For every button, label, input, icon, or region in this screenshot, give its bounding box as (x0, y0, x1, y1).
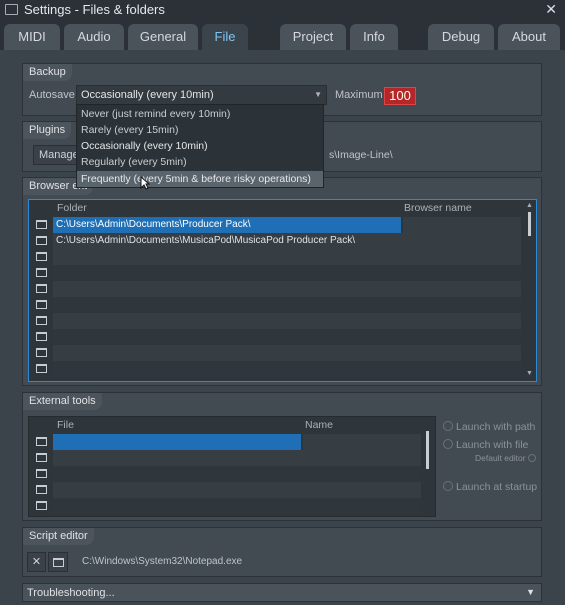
tab-about[interactable]: About (498, 24, 560, 50)
browse-folder-button[interactable] (48, 552, 68, 572)
tab-general[interactable]: General (128, 24, 198, 50)
chevron-down-icon: ▼ (314, 90, 322, 99)
autosave-label: Autosave (29, 89, 75, 101)
external-tools-section: External tools File Name Launch with pat… (22, 392, 542, 521)
folder-path: C:\Users\Admin\Documents\MusicaPod\Music… (53, 233, 521, 249)
folder-icon (36, 332, 47, 341)
maximum-label: Maximum (335, 89, 383, 101)
launch-with-path-radio[interactable]: Launch with path (443, 421, 535, 433)
tab-midi[interactable]: MIDI (4, 24, 60, 50)
chevron-up-icon[interactable]: ▲ (526, 202, 533, 209)
window-icon (5, 4, 18, 15)
radio-icon (527, 454, 536, 462)
option-rarely[interactable]: Rarely (every 15min) (77, 122, 323, 138)
folder-icon (36, 348, 47, 357)
table-row[interactable] (29, 434, 424, 450)
table-row[interactable]: C:\Users\Admin\Documents\Producer Pack\ (29, 217, 524, 233)
maximum-value[interactable]: 100 (384, 87, 416, 105)
browser-name-column-header: Browser name (404, 202, 472, 214)
autosave-value: Occasionally (every 10min) (81, 89, 214, 101)
table-row[interactable] (29, 329, 524, 345)
table-row[interactable]: C:\Users\Admin\Documents\MusicaPod\Music… (29, 233, 524, 249)
launch-at-startup-radio[interactable]: Launch at startup (443, 481, 537, 493)
folder-icon (36, 485, 47, 494)
table-row[interactable] (29, 313, 524, 329)
browser-section: Browser ext Folder Browser name C:\Users… (22, 177, 542, 386)
table-row[interactable] (29, 361, 524, 377)
table-row[interactable] (29, 345, 524, 361)
folder-icon (36, 252, 47, 261)
troubleshooting-label: Troubleshooting... (27, 587, 115, 599)
autosave-select[interactable]: Occasionally (every 10min) ▼ (76, 85, 327, 105)
launch-with-file-radio[interactable]: Launch with file (443, 439, 528, 451)
table-row[interactable] (29, 498, 424, 514)
tab-bar: MIDI Audio General File Project Info Deb… (0, 20, 565, 50)
table-row[interactable] (29, 450, 424, 466)
option-frequently[interactable]: Frequently (every 5min & before risky op… (77, 171, 323, 187)
chevron-down-icon[interactable]: ▼ (526, 370, 533, 377)
folder-path: C:\Users\Admin\Documents\Producer Pack\ (53, 217, 401, 233)
folder-column-header: Folder (57, 202, 87, 214)
table-row[interactable] (29, 297, 524, 313)
option-never[interactable]: Never (just remind every 10min) (77, 106, 323, 122)
tab-project[interactable]: Project (280, 24, 346, 50)
radio-icon (443, 421, 453, 431)
table-row[interactable] (29, 265, 524, 281)
script-editor-path: C:\Windows\System32\Notepad.exe (82, 556, 243, 567)
plugins-path: s\Image-Line\ (329, 149, 393, 161)
tab-file[interactable]: File (202, 24, 248, 50)
name-column-header: Name (305, 419, 334, 431)
backup-header: Backup (23, 64, 72, 81)
radio-icon (443, 481, 453, 491)
folder-icon (36, 453, 47, 462)
folder-icon (36, 220, 47, 229)
folder-icon (36, 316, 47, 325)
table-row[interactable] (29, 249, 524, 265)
folder-icon (36, 236, 47, 245)
script-editor-section: Script editor ✕ C:\Windows\System32\Note… (22, 527, 542, 577)
chevron-down-icon[interactable]: ▼ (526, 587, 535, 597)
scrollbar-thumb[interactable] (426, 431, 429, 469)
external-tools-grid[interactable]: File Name (28, 416, 436, 517)
autosave-dropdown[interactable]: Never (just remind every 10min) Rarely (… (76, 104, 324, 188)
close-icon[interactable]: ✕ (545, 1, 557, 18)
clear-icon[interactable]: ✕ (27, 552, 46, 572)
folder-icon (36, 300, 47, 309)
default-editor-option[interactable]: Default editor (475, 453, 539, 463)
scrollbar-thumb[interactable] (528, 212, 531, 236)
troubleshooting-bar[interactable]: Troubleshooting... ▼ (22, 583, 542, 602)
tab-debug[interactable]: Debug (428, 24, 494, 50)
external-tools-header: External tools (23, 393, 102, 410)
folder-icon (36, 501, 47, 510)
title-bar: Settings - Files & folders ✕ (0, 0, 565, 20)
browser-folder-grid[interactable]: Folder Browser name C:\Users\Admin\Docum… (28, 199, 537, 382)
folder-icon (36, 437, 47, 446)
mouse-cursor-icon (140, 176, 150, 190)
tab-info[interactable]: Info (350, 24, 398, 50)
plugins-header: Plugins (23, 122, 72, 139)
radio-icon (443, 439, 453, 449)
table-row[interactable] (29, 466, 424, 482)
option-regularly[interactable]: Regularly (every 5min) (77, 154, 323, 170)
scrollbar[interactable]: ▲ ▼ (526, 202, 534, 380)
table-row[interactable] (29, 281, 524, 297)
file-column-header: File (57, 419, 74, 431)
folder-icon (36, 469, 47, 478)
folder-icon (36, 268, 47, 277)
folder-icon (53, 558, 64, 567)
script-editor-header: Script editor (23, 528, 94, 545)
table-row[interactable] (29, 482, 424, 498)
option-occasionally[interactable]: Occasionally (every 10min) (77, 138, 323, 154)
folder-icon (36, 364, 47, 373)
folder-icon (36, 284, 47, 293)
window-title: Settings - Files & folders (24, 2, 165, 17)
tab-audio[interactable]: Audio (64, 24, 124, 50)
